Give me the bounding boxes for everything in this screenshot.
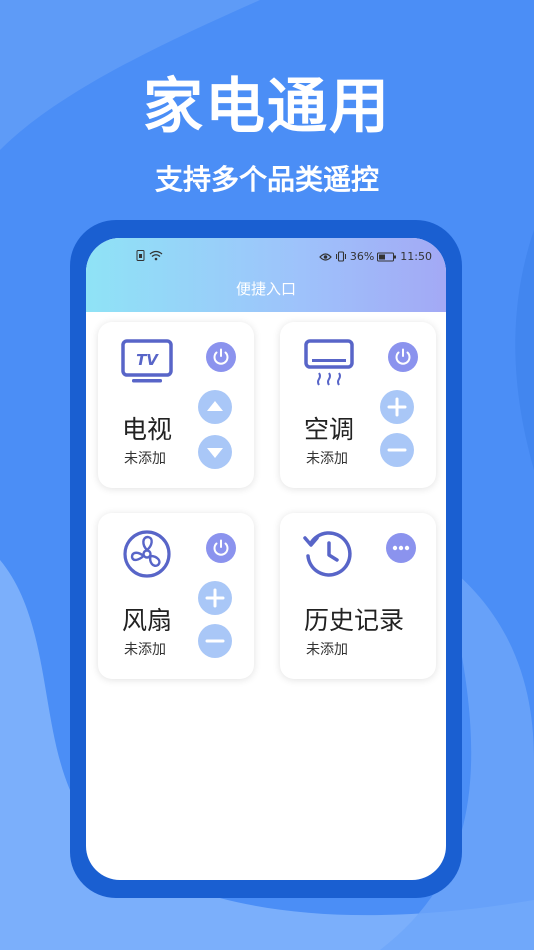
card-status: 未添加 — [124, 451, 166, 467]
card-status: 未添加 — [306, 642, 348, 658]
card-name: 风扇 — [122, 606, 173, 635]
tv-icon: TV — [121, 339, 173, 383]
wifi-icon — [149, 250, 163, 261]
minus-icon[interactable] — [380, 433, 414, 467]
channel-up-icon[interactable] — [198, 390, 232, 424]
card-fan[interactable]: 风扇 未添加 — [98, 513, 254, 679]
card-history[interactable]: 历史记录 未添加 — [280, 513, 436, 679]
card-air-conditioner[interactable]: 空调 未添加 — [280, 322, 436, 488]
air-conditioner-icon — [304, 339, 354, 386]
phone-screen: 36% 11:50 便捷入口 TV 电视 未添加 空调 未添加 风扇 未添加 历… — [86, 238, 446, 880]
power-icon[interactable] — [206, 342, 236, 372]
power-icon[interactable] — [388, 342, 418, 372]
status-time: 11:50 — [400, 250, 432, 263]
history-icon — [303, 531, 352, 577]
card-status: 未添加 — [306, 451, 348, 467]
fan-icon — [123, 530, 171, 578]
channel-down-icon[interactable] — [198, 435, 232, 469]
screen-header: 36% 11:50 便捷入口 — [86, 238, 446, 312]
svg-text:TV: TV — [136, 351, 159, 369]
card-name: 电视 — [122, 415, 173, 444]
sim-icon — [136, 250, 145, 261]
power-icon[interactable] — [206, 533, 236, 563]
vibrate-icon — [335, 251, 346, 262]
battery-percent: 36% — [349, 250, 375, 263]
battery-icon — [377, 252, 397, 261]
plus-icon[interactable] — [380, 390, 414, 424]
hero-title: 家电通用 — [143, 72, 391, 142]
card-name: 空调 — [304, 415, 355, 444]
screen-title: 便捷入口 — [235, 280, 296, 298]
phone-mockup: 36% 11:50 便捷入口 TV 电视 未添加 空调 未添加 风扇 未添加 历… — [70, 220, 462, 898]
plus-icon[interactable] — [198, 581, 232, 615]
minus-icon[interactable] — [198, 624, 232, 658]
status-bar: 36% 11:50 — [86, 250, 446, 266]
card-name: 历史记录 — [304, 606, 405, 635]
eye-icon — [319, 252, 332, 261]
card-tv[interactable]: TV 电视 未添加 — [98, 322, 254, 488]
more-icon[interactable] — [386, 533, 416, 563]
hero-subtitle: 支持多个品类遥控 — [154, 163, 379, 196]
card-status: 未添加 — [124, 642, 166, 658]
